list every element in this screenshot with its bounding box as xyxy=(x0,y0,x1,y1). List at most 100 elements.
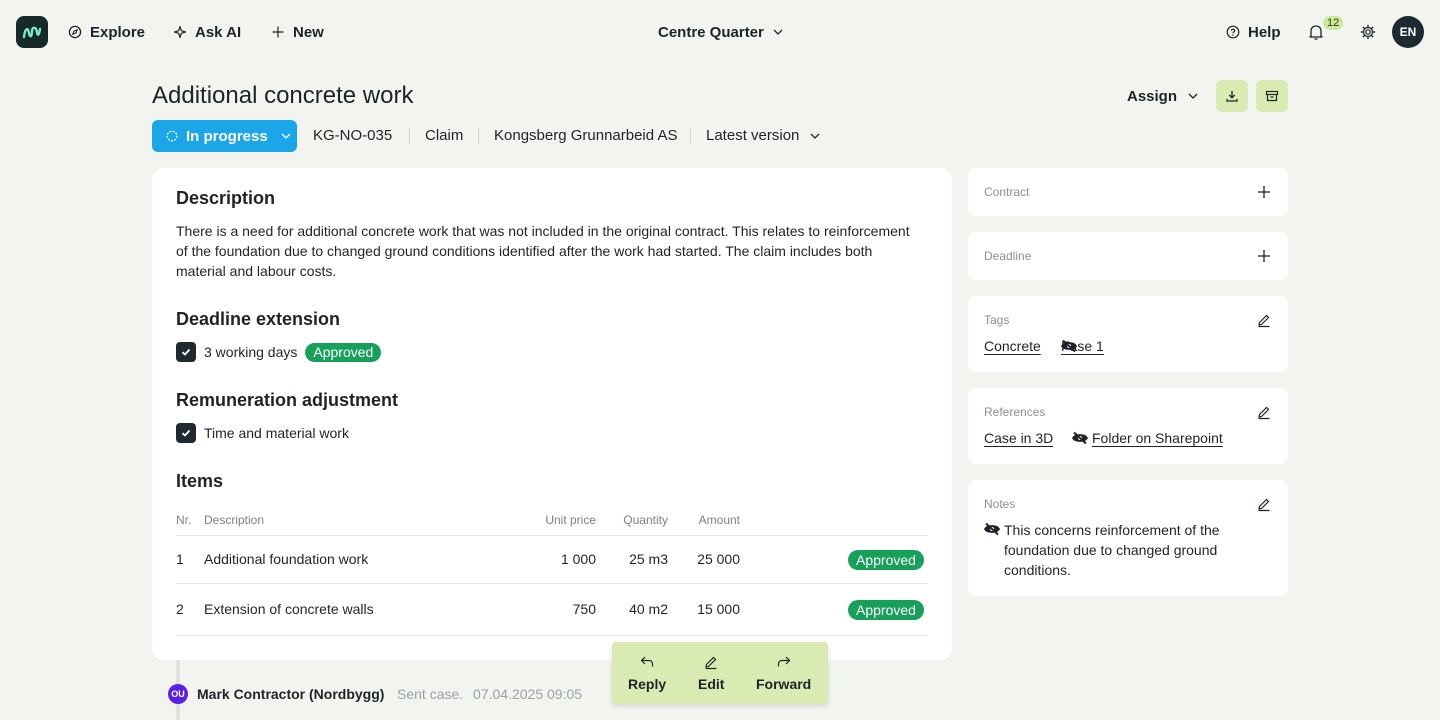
check-icon xyxy=(181,429,191,437)
chevron-down-icon xyxy=(773,29,783,35)
archive-button[interactable] xyxy=(1256,80,1288,112)
activity-timestamp: 07.04.2025 09:05 xyxy=(473,686,583,702)
contract-card: Contract xyxy=(968,168,1288,216)
tag-link[interactable]: Concrete xyxy=(984,338,1041,354)
item-amount: 25 000 xyxy=(697,551,740,567)
help-label: Help xyxy=(1248,23,1281,41)
nav-ask-ai-label: Ask AI xyxy=(195,23,242,41)
top-navigation: Explore Ask AI New Centre Quarter Help 1… xyxy=(0,0,1440,64)
column-header-amount: Amount xyxy=(698,513,740,527)
nav-new[interactable]: New xyxy=(271,20,324,44)
item-quantity: 25 m3 xyxy=(629,551,668,567)
reference-link[interactable]: Case in 3D xyxy=(984,430,1053,446)
add-deadline-plus-icon[interactable] xyxy=(1256,248,1272,264)
column-header-unit-price: Unit price xyxy=(545,513,596,527)
assign-label: Assign xyxy=(1127,87,1178,105)
edit-pencil-icon[interactable] xyxy=(1256,312,1272,328)
case-type: Claim xyxy=(425,127,464,144)
deadline-extension-row: 3 working days Approved xyxy=(176,342,382,362)
reply-label: Reply xyxy=(628,676,667,692)
item-nr: 2 xyxy=(176,601,184,617)
divider xyxy=(176,583,928,584)
forward-button[interactable]: Forward xyxy=(756,654,811,692)
divider xyxy=(409,128,410,144)
assign-dropdown[interactable]: Assign xyxy=(1127,86,1199,106)
notes-label: Notes xyxy=(984,497,1016,511)
references-card: References Case in 3D Folder on Sharepoi… xyxy=(968,388,1288,464)
nav-ask-ai[interactable]: Ask AI xyxy=(173,20,241,44)
notification-count-badge: 12 xyxy=(1323,16,1344,30)
add-contract-plus-icon[interactable] xyxy=(1256,184,1272,200)
case-id: KG-NO-035 xyxy=(313,127,393,144)
version-label: Latest version xyxy=(706,127,800,144)
deadline-checkbox[interactable] xyxy=(176,342,196,362)
edit-pencil-icon[interactable] xyxy=(1256,404,1272,420)
help-button[interactable]: Help xyxy=(1226,20,1281,44)
remuneration-value: Time and material work xyxy=(204,425,349,441)
activity-author: Mark Contractor (Nordbygg) xyxy=(197,686,385,702)
project-name: Centre Quarter xyxy=(658,23,764,41)
item-unit-price: 1 000 xyxy=(560,551,596,567)
contract-label: Contract xyxy=(984,185,1030,199)
edit-label: Edit xyxy=(698,676,725,692)
item-unit-price: 750 xyxy=(572,601,596,617)
activity-action: Sent case. xyxy=(397,686,464,702)
column-header-quantity: Quantity xyxy=(623,513,668,527)
edit-pencil-icon[interactable] xyxy=(1256,496,1272,512)
chevron-down-icon xyxy=(281,133,291,139)
nav-new-label: New xyxy=(293,23,324,41)
items-heading: Items xyxy=(176,471,224,491)
download-icon xyxy=(1226,91,1238,102)
compass-icon xyxy=(68,25,82,39)
remuneration-checkbox[interactable] xyxy=(176,423,196,443)
item-description: Additional foundation work xyxy=(204,551,369,567)
status-dropdown[interactable]: In progress xyxy=(152,120,297,152)
chevron-down-icon xyxy=(810,133,820,139)
approved-badge: Approved xyxy=(848,550,924,570)
nav-explore[interactable]: Explore xyxy=(68,20,145,44)
avatar: OU xyxy=(168,684,188,704)
user-avatar[interactable]: EN xyxy=(1392,16,1424,48)
deadline-card: Deadline xyxy=(968,232,1288,280)
deadline-label: Deadline xyxy=(984,249,1032,263)
sparkle-icon xyxy=(173,25,187,39)
eye-off-icon xyxy=(984,522,1000,536)
forward-label: Forward xyxy=(756,676,812,692)
item-amount: 15 000 xyxy=(697,601,740,617)
edit-pencil-icon xyxy=(705,656,717,670)
chevron-down-icon xyxy=(1188,93,1198,99)
notes-text: This concerns reinforcement of the found… xyxy=(1004,522,1220,578)
activity-meta: Sent case. 07.04.2025 09:05 xyxy=(397,686,582,702)
remuneration-row: Time and material work xyxy=(176,423,349,443)
reference-link[interactable]: Folder on Sharepoint xyxy=(1092,430,1223,446)
reply-button[interactable]: Reply xyxy=(628,654,666,692)
plus-icon xyxy=(272,26,284,38)
progress-circle-icon xyxy=(166,130,178,142)
tags-label: Tags xyxy=(984,313,1010,327)
approved-badge: Approved xyxy=(305,342,382,362)
divider xyxy=(478,128,479,144)
brand-logo-icon[interactable] xyxy=(16,16,48,48)
deadline-extension-heading: Deadline extension xyxy=(176,309,341,329)
column-header-nr: Nr. xyxy=(176,513,192,527)
description-text: There is a need for additional concrete … xyxy=(176,223,910,279)
version-dropdown[interactable]: Latest version xyxy=(706,127,821,144)
tags-card: Tags Concrete Fase 1 xyxy=(968,296,1288,372)
reply-arrow-icon xyxy=(640,656,654,667)
item-nr: 1 xyxy=(176,551,184,567)
edit-button[interactable]: Edit xyxy=(698,654,724,692)
gear-icon[interactable] xyxy=(1360,24,1376,40)
page-title: Additional concrete work xyxy=(152,82,414,109)
project-selector[interactable]: Centre Quarter xyxy=(658,20,784,44)
status-label: In progress xyxy=(186,127,268,145)
divider xyxy=(690,128,691,144)
download-button[interactable] xyxy=(1216,80,1248,112)
description-heading: Description xyxy=(176,188,276,208)
nav-explore-label: Explore xyxy=(90,23,146,41)
check-icon xyxy=(181,348,191,356)
item-quantity: 40 m2 xyxy=(629,601,668,617)
forward-arrow-icon xyxy=(777,656,790,667)
archive-icon xyxy=(1265,90,1279,102)
divider xyxy=(176,635,928,636)
approved-badge: Approved xyxy=(848,600,924,620)
